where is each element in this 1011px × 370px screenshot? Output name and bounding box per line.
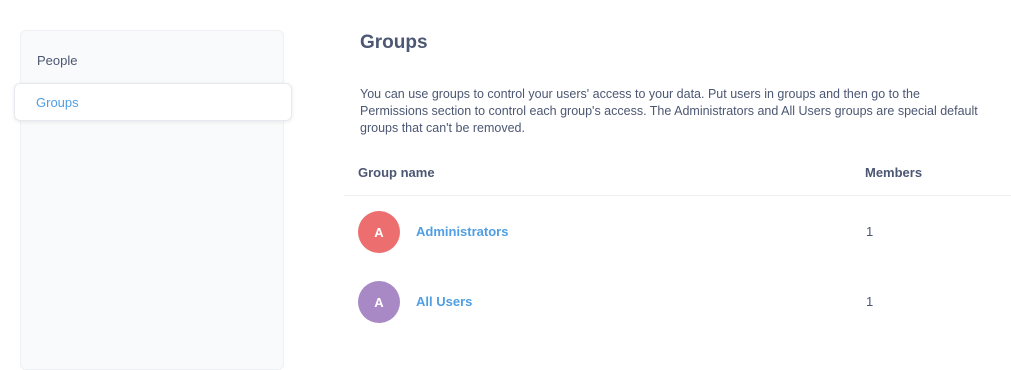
page-title: Groups (360, 32, 428, 53)
column-header-members: Members (865, 165, 923, 180)
group-link-administrators[interactable]: Administrators (416, 224, 508, 239)
sidebar-item-label: Groups (36, 94, 79, 110)
column-header-group-name: Group name (358, 165, 435, 180)
sidebar-item-people[interactable]: People (21, 41, 283, 79)
member-count: 1 (866, 294, 874, 309)
sidebar-item-groups[interactable]: Groups (14, 83, 292, 121)
sidebar-item-label: People (37, 52, 78, 68)
group-avatar: A (358, 211, 400, 253)
page-description: You can use groups to control your users… (360, 87, 978, 135)
table-row: A All Users 1 (344, 266, 1011, 336)
table-row: A Administrators 1 (344, 196, 1011, 266)
group-link-all-users[interactable]: All Users (416, 294, 472, 309)
member-count: 1 (866, 224, 874, 239)
admin-sidebar: People Groups (14, 30, 292, 370)
group-avatar: A (358, 281, 400, 323)
groups-table-header: Group name Members (344, 155, 1011, 196)
